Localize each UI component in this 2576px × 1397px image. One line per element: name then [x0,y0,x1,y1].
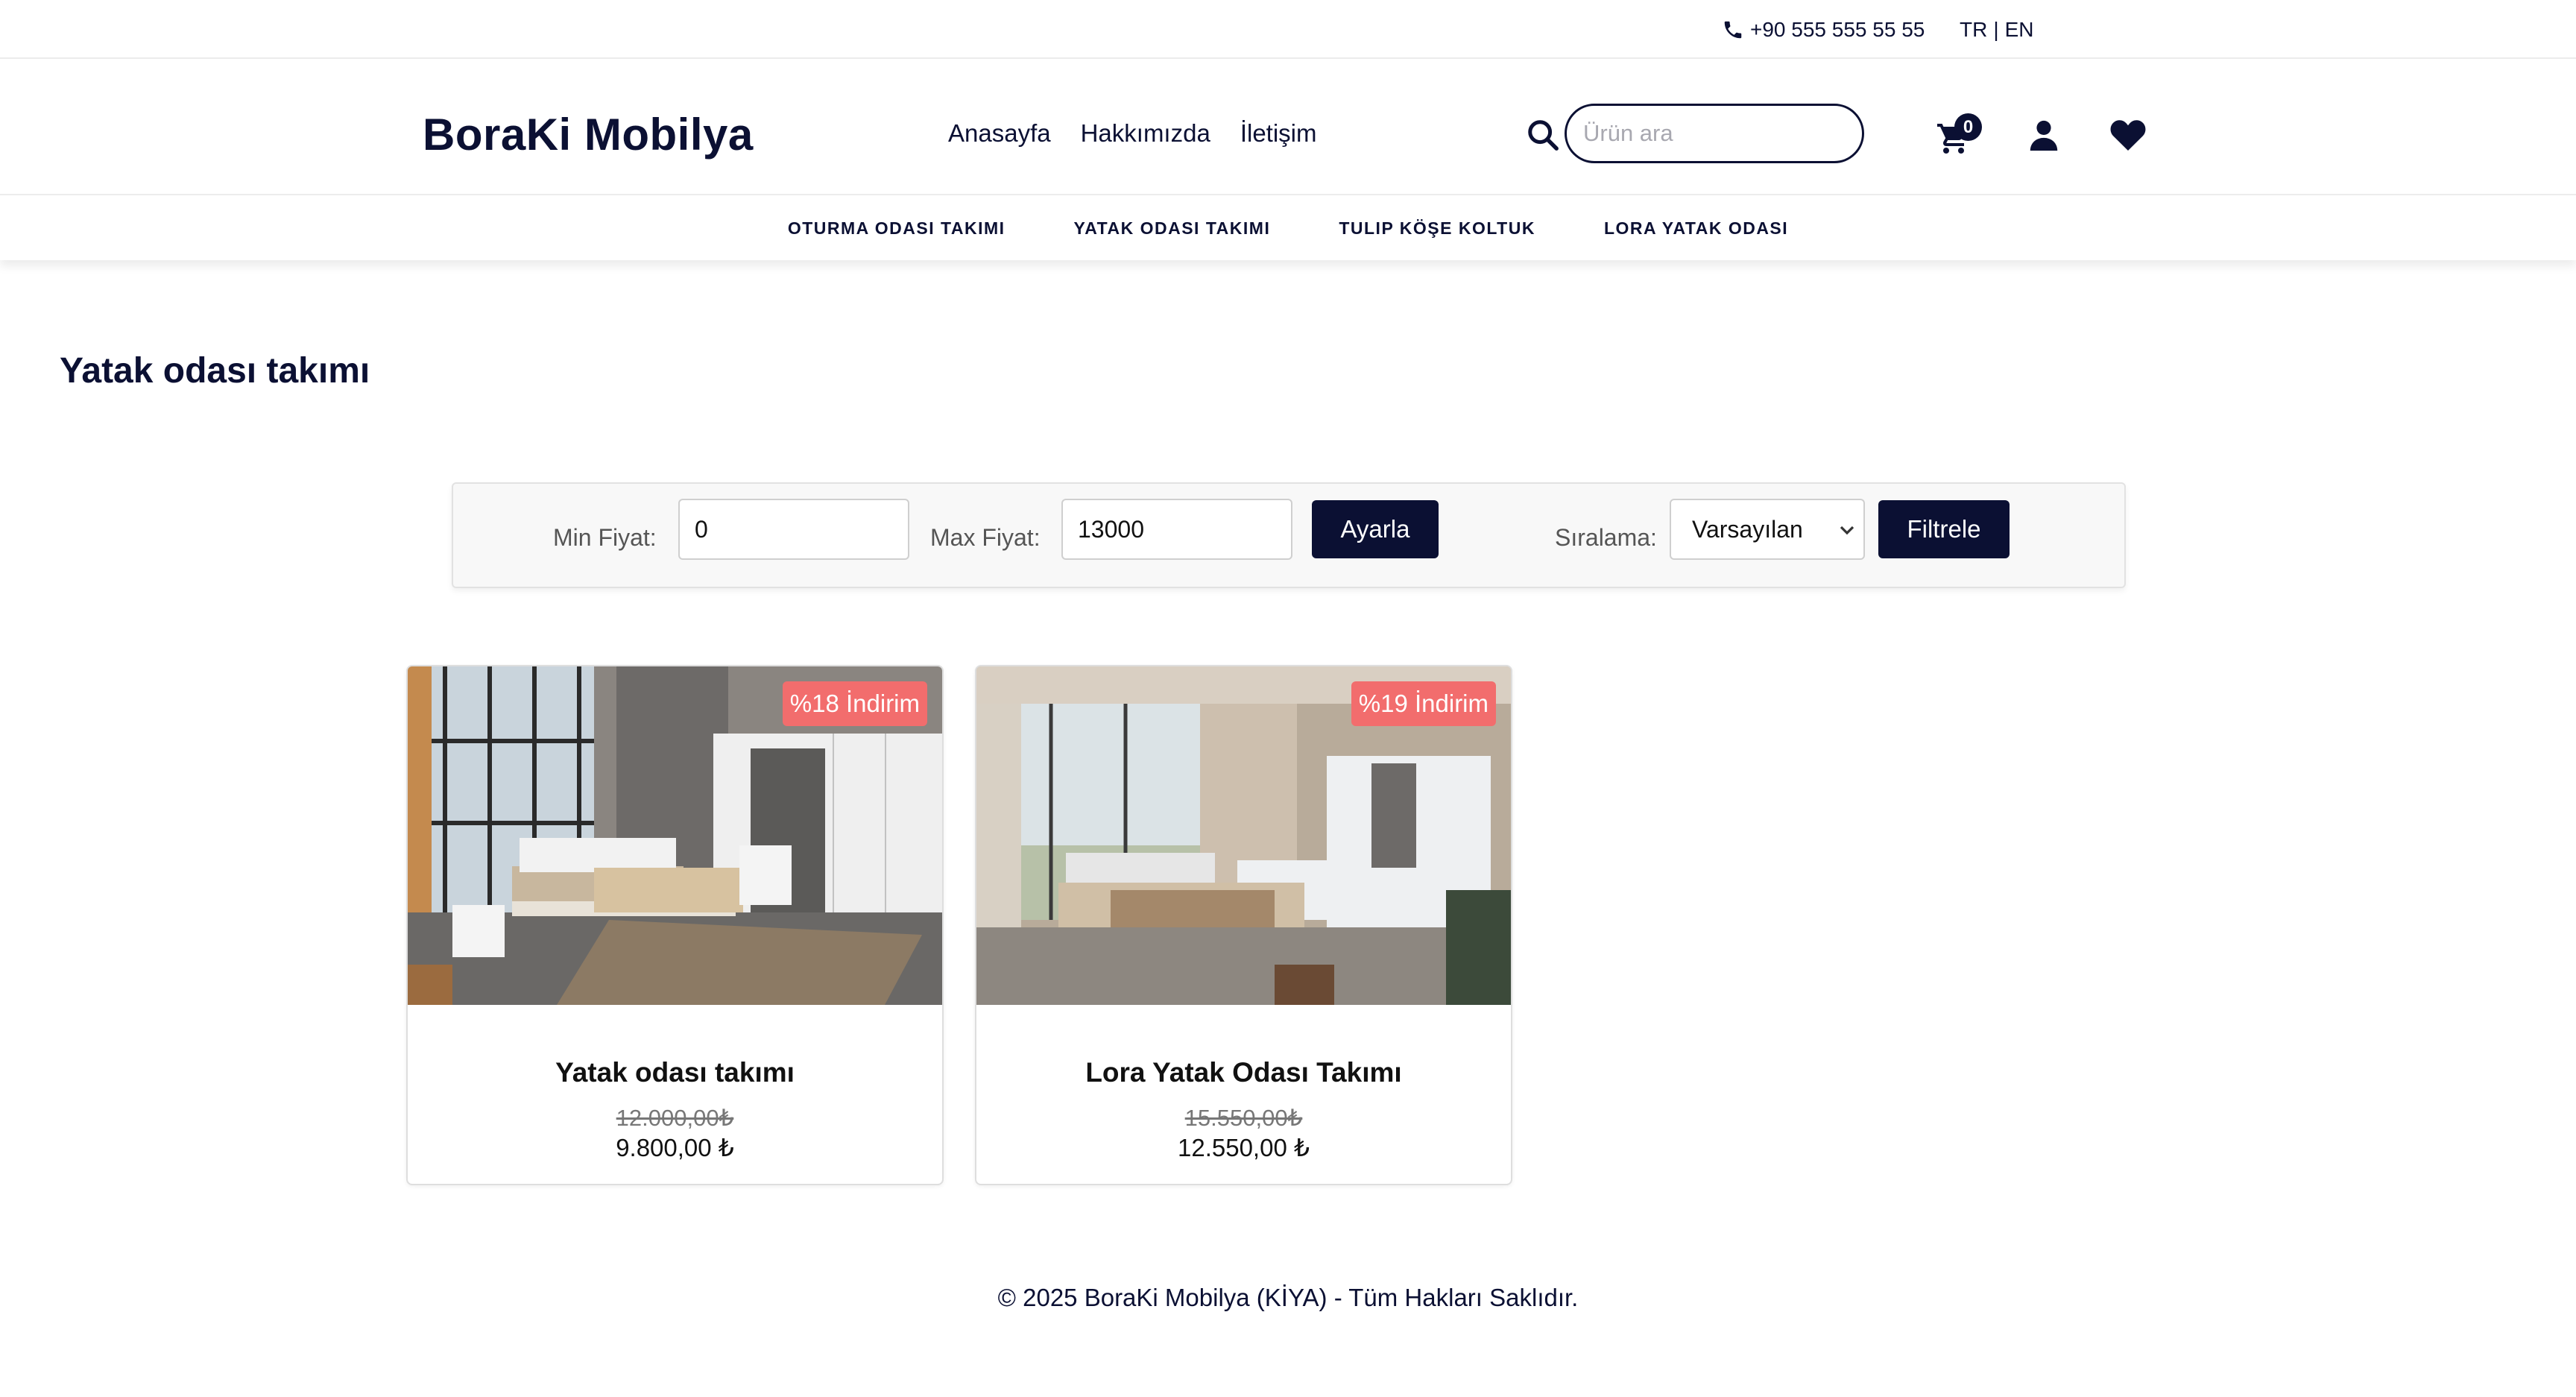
apply-price-button[interactable]: Ayarla [1312,500,1439,558]
lang-tr[interactable]: TR [1960,18,1987,42]
category-tulip-kose[interactable]: TULIP KÖŞE KOLTUK [1339,218,1535,239]
lang-en[interactable]: EN [2005,18,2034,42]
search-icon[interactable] [1526,118,1560,152]
footer-copyright: © 2025 BoraKi Mobilya (KİYA) - Tüm Hakla… [997,1284,1579,1311]
product-price: 12.550,00 ₺ [1178,1134,1310,1161]
sort-selected-value: Varsayılan [1692,515,1803,543]
language-switcher: TR | EN [1960,16,2034,43]
top-bar: +90 555 555 55 55 TR | EN [0,0,2576,59]
page-title: Yatak odası takımı [60,351,370,391]
heart-icon[interactable] [2110,119,2146,151]
max-price-label: Max Fiyat: [930,524,1041,551]
nav-home[interactable]: Anasayfa [948,119,1051,148]
nav-contact[interactable]: İletişim [1240,119,1317,148]
phone-icon [1724,21,1742,39]
main-nav: Anasayfa Hakkımızda İletişim [948,119,1317,148]
product-card[interactable]: %18 İndirim Yatak odası takımı 12.000,00… [406,665,944,1185]
phone-number: +90 555 555 55 55 [1750,18,1925,41]
product-card[interactable]: %19 İndirim Lora Yatak Odası Takımı 15.5… [975,665,1512,1185]
discount-badge: %18 İndirim [782,681,927,726]
product-name[interactable]: Yatak odası takımı [408,1057,942,1088]
discount-badge: %19 İndirim [1351,681,1496,726]
category-yatak-odasi[interactable]: YATAK ODASI TAKIMI [1074,218,1271,239]
chevron-down-icon [1840,526,1854,535]
category-nav: OTURMA ODASI TAKIMI YATAK ODASI TAKIMI T… [0,197,2576,260]
min-price-input[interactable] [678,499,909,560]
site-header: BoraKi Mobilya Anasayfa Hakkımızda İleti… [0,60,2576,195]
product-old-price: 15.550,00₺ [1184,1105,1303,1131]
category-oturma-odasi[interactable]: OTURMA ODASI TAKIMI [788,218,1006,239]
nav-about[interactable]: Hakkımızda [1081,119,1210,148]
site-logo[interactable]: BoraKi Mobilya [423,109,754,160]
phone-contact[interactable]: +90 555 555 55 55 [1722,16,1925,43]
filter-bar: Min Fiyat: Max Fiyat: Ayarla Sıralama: V… [452,482,2126,588]
lang-separator: | [1993,18,1999,41]
cart-button[interactable]: 0 [1936,113,1982,155]
cart-count-badge: 0 [1954,113,1982,141]
product-old-price: 12.000,00₺ [616,1105,734,1131]
user-icon[interactable] [2027,118,2061,152]
filter-button[interactable]: Filtrele [1878,500,2010,558]
category-lora-yatak[interactable]: LORA YATAK ODASI [1604,218,1788,239]
product-name[interactable]: Lora Yatak Odası Takımı [976,1057,1511,1088]
min-price-label: Min Fiyat: [553,524,657,551]
sort-label: Sıralama: [1555,524,1657,551]
max-price-input[interactable] [1061,499,1292,560]
sort-select[interactable]: Varsayılan [1670,499,1865,560]
product-price: 9.800,00 ₺ [616,1134,734,1161]
search-input[interactable] [1565,104,1864,163]
